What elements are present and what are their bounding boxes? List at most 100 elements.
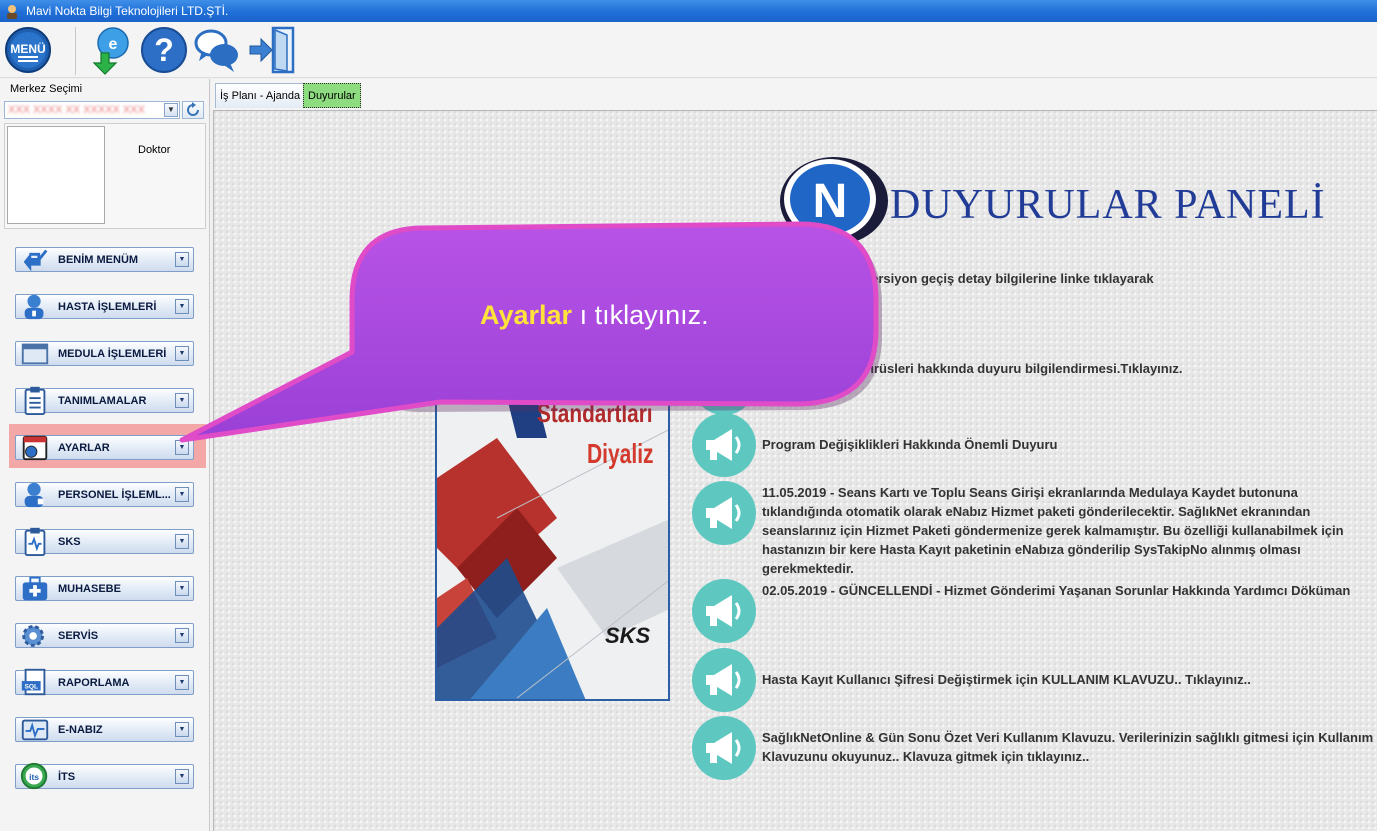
refresh-icon [187,102,199,116]
doctor-photo [7,126,105,224]
callout-rest: ı tıklayınız. [572,300,709,330]
my-menu-icon [23,249,48,272]
chat-button[interactable] [192,25,242,75]
menu-item-label: E-NABIZ [58,724,103,736]
brand-logo: N [780,157,888,245]
merkez-select[interactable]: XXX XXXX XX XXXXX XXX ▼ [4,101,180,119]
chevron-down-icon[interactable]: ▼ [175,628,189,643]
megaphone-icon [692,648,756,712]
menu-item-e-nabiz[interactable]: E-NABIZ ▼ [15,717,194,742]
menu-item-hasta-i-şlemleri[interactable]: HASTA İŞLEMLERİ ▼ [15,294,194,320]
menu-item-beni-m-menüm[interactable]: BENİM MENÜM ▼ [15,247,194,272]
menu-item-label: RAPORLAMA [58,677,130,689]
announcement-text[interactable]: yönetim sistemi versiyon geçiş detay bil… [762,269,1377,288]
chat-icon [194,29,238,72]
chevron-down-icon[interactable]: ▼ [175,769,189,784]
announcement-text[interactable]: 11.05.2019 - Seans Kartı ve Toplu Seans … [762,483,1377,578]
chevron-down-icon[interactable]: ▼ [175,346,189,361]
download-update-icon: e [92,27,129,75]
megaphone-icon [692,481,756,545]
exit-icon [249,26,295,74]
book-title-top: Standartları [537,398,653,428]
staff-icon [24,482,44,508]
patient-icon [24,294,44,320]
settings-calendar-icon [22,435,48,461]
menu-item-ayarlar[interactable]: AYARLAR ▼ [15,435,194,461]
megaphone-icon [692,579,756,643]
announcement-text[interactable]: Program Değişiklikleri Hakkında Önemli D… [762,435,1377,454]
svg-text:e: e [109,36,118,53]
title-bar: Mavi Nokta Bilgi Teknolojileri LTD.ŞTİ. [0,0,1377,22]
chevron-down-icon[interactable]: ▼ [175,299,189,314]
menu-button[interactable]: MENÜ [3,25,53,75]
svg-text:MENÜ: MENÜ [10,41,45,56]
menu-item-label: BENİM MENÜM [58,254,139,266]
menu-item-label: TANIMLAMALAR [58,395,147,407]
megaphone-icon [692,716,756,780]
doctor-label: Doktor [138,144,171,156]
svg-text:N: N [813,175,848,228]
book-cover-image[interactable]: Standartları Diyaliz SKS [435,396,670,701]
doctor-box: Doktor [4,123,206,229]
book-title-bottom: Diyaliz [587,438,654,469]
medical-bag-icon [22,576,48,601]
panel-title: DUYURULAR PANELİ [890,182,1326,228]
announcement-text[interactable]: SağlıkNetOnline & Gün Sonu Özet Veri Kul… [762,728,1377,766]
menu-icon: MENÜ [5,27,51,73]
menu-item-personel-i-şleml[interactable]: PERSONEL İŞLEML... ▼ [15,482,194,508]
sql-report-icon: SQL [21,668,46,696]
refresh-button[interactable] [182,101,204,119]
clipboard-list-icon [24,386,46,416]
menu-item-label: AYARLAR [58,442,110,454]
book-brand: SKS [605,623,651,648]
menu-item-i-ts[interactable]: its İTS ▼ [15,762,194,790]
menu-item-label: İTS [58,771,76,783]
window-title: Mavi Nokta Bilgi Teknolojileri LTD.ŞTİ. [26,4,229,18]
merkez-label: Merkez Seçimi [10,83,83,95]
left-panel: Merkez Seçimi XXX XXXX XX XXXXX XXX ▼ Do… [0,79,210,831]
tab-is-plani[interactable]: İş Planı - Ajanda [215,83,306,108]
menu-item-label: SERVİS [58,630,99,642]
clipboard-pulse-icon [24,527,46,557]
menu-item-muhasebe[interactable]: MUHASEBE ▼ [15,576,194,601]
menu-item-servi-s[interactable]: SERVİS ▼ [15,623,194,648]
menu-item-label: PERSONEL İŞLEML... [58,489,171,501]
tab-duyurular[interactable]: Duyurular [303,83,361,108]
chevron-down-icon[interactable]: ▼ [175,487,189,502]
chevron-down-icon[interactable]: ▼ [175,581,189,596]
menu-item-label: MUHASEBE [58,583,121,595]
chevron-down-icon[interactable]: ▼ [164,103,178,117]
chevron-down-icon[interactable]: ▼ [175,675,189,690]
megaphone-icon [692,351,756,415]
menu-item-label: HASTA İŞLEMLERİ [58,301,157,313]
menu-item-sks[interactable]: SKS ▼ [15,527,194,557]
chevron-down-icon[interactable]: ▼ [175,534,189,549]
announcements-panel: N DUYURULAR PANELİ Standartları Diyaliz … [213,110,1377,831]
medula-window-icon [21,343,49,365]
help-button[interactable]: ? [139,25,189,75]
exit-button[interactable] [247,25,297,75]
svg-text:?: ? [154,32,174,68]
app-icon [7,5,17,19]
announcement-text[interactable]: EMLİ- Şifreleme virüsleri hakkında duyur… [762,359,1377,378]
menu-item-raporlama[interactable]: SQL RAPORLAMA ▼ [15,668,194,696]
chevron-down-icon[interactable]: ▼ [175,252,189,267]
menu-item-label: MEDULA İŞLEMLERİ [58,348,167,360]
chevron-down-icon[interactable]: ▼ [175,722,189,737]
announcement-text[interactable]: 02.05.2019 - GÜNCELLENDİ - Hizmet Gönder… [762,581,1377,600]
chevron-down-icon[interactable]: ▼ [175,440,189,455]
menu-item-medula-i-şlemleri[interactable]: MEDULA İŞLEMLERİ ▼ [15,341,194,366]
svg-text:SQL: SQL [24,684,38,691]
update-button[interactable]: e [86,25,136,75]
toolbar-separator [75,27,76,75]
tab-strip: İş Planı - Ajanda Duyurular [211,79,1377,110]
toolbar: MENÜ e ? [0,22,1377,78]
its-icon: its [20,762,48,790]
megaphone-icon [692,413,756,477]
menu-item-label: SKS [58,536,81,548]
chevron-down-icon[interactable]: ▼ [175,393,189,408]
gear-icon [22,625,44,647]
merkez-value: XXX XXXX XX XXXXX XXX [8,104,145,116]
menu-item-tanimlamalar[interactable]: TANIMLAMALAR ▼ [15,386,194,416]
announcement-text[interactable]: Hasta Kayıt Kullanıcı Şifresi Değiştirme… [762,670,1377,689]
